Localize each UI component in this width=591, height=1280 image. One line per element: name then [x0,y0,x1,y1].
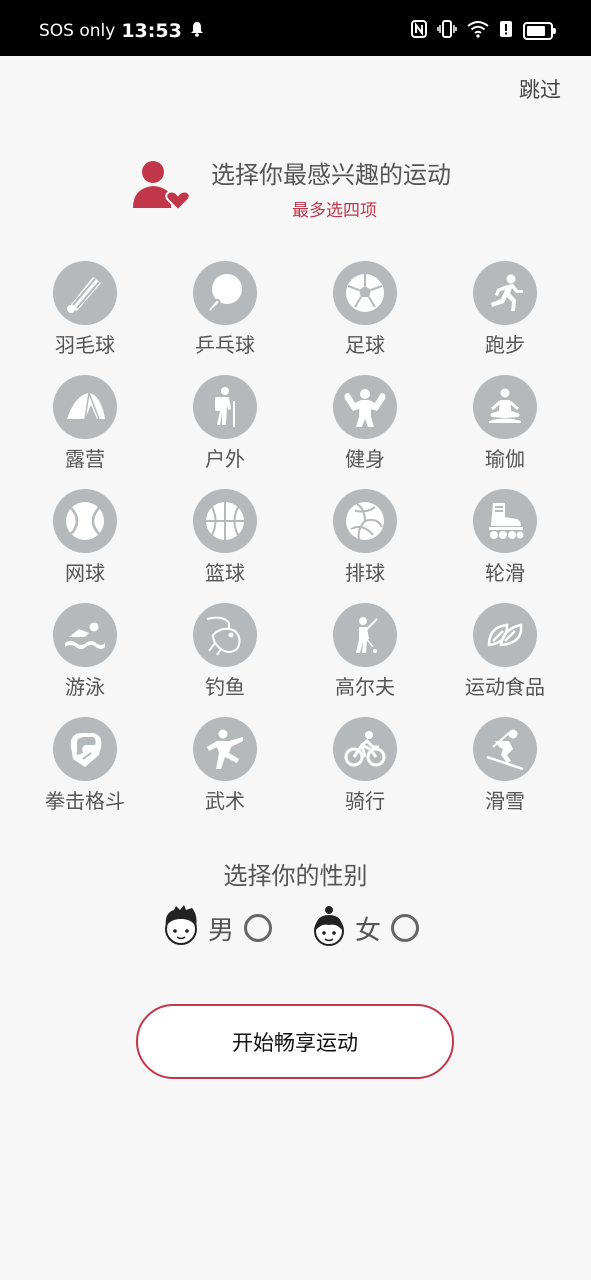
sport-label: 骑行 [345,789,385,813]
bell-icon [190,21,204,42]
wifi-icon [467,20,489,42]
roller-skate-icon [473,489,537,553]
carrier-text: SOS only [39,21,116,41]
sport-label: 运动食品 [465,675,545,699]
battery-icon [523,22,556,40]
female-radio[interactable] [391,914,420,942]
sport-label: 户外 [205,447,245,471]
sport-label: 足球 [345,333,385,357]
female-label: 女 [355,915,382,946]
sports-food-icon [473,603,537,667]
tennis-icon [53,489,117,553]
fitness-icon [333,375,397,439]
badminton-icon [53,261,117,325]
skip-button[interactable]: 跳过 [519,74,561,104]
sport-label: 游泳 [65,675,105,699]
clock: 13:53 [121,20,182,42]
sport-camping[interactable]: 露营 [15,372,155,482]
sport-label: 钓鱼 [205,675,245,699]
gender-male-option[interactable]: 男 [162,905,273,951]
alert-icon [499,20,513,42]
skiing-icon [473,717,537,781]
sport-fishing[interactable]: 钓鱼 [155,600,295,710]
sport-label: 健身 [345,447,385,471]
sport-label: 跑步 [485,333,525,357]
sport-tennis[interactable]: 网球 [15,486,155,596]
football-icon [333,261,397,325]
sport-label: 露营 [65,447,105,471]
table-tennis-icon [193,261,257,325]
sport-swimming[interactable]: 游泳 [15,600,155,710]
sport-martial-arts[interactable]: 武术 [155,714,295,824]
golf-icon [333,603,397,667]
sport-badminton[interactable]: 羽毛球 [15,258,155,368]
volleyball-icon [333,489,397,553]
male-label: 男 [208,915,235,946]
nfc-icon [411,20,427,42]
sport-running[interactable]: 跑步 [435,258,575,368]
sport-label: 拳击格斗 [45,789,125,813]
sport-football[interactable]: 足球 [295,258,435,368]
sport-label: 排球 [345,561,385,585]
vibrate-icon [437,20,457,42]
boxing-icon [53,717,117,781]
sport-boxing[interactable]: 拳击格斗 [15,714,155,824]
sport-yoga[interactable]: 瑜伽 [435,372,575,482]
status-right [411,20,556,42]
sport-fitness[interactable]: 健身 [295,372,435,482]
boy-face-icon [162,905,200,951]
selection-limit-hint: 最多选四项 [292,201,377,221]
martial-arts-icon [193,717,257,781]
male-radio[interactable] [244,914,273,942]
interest-header: 选择你最感兴趣的运动 最多选四项 [0,150,591,230]
user-heart-icon [131,158,191,216]
hiking-icon [193,375,257,439]
yoga-icon [473,375,537,439]
basketball-icon [193,489,257,553]
status-left: SOS only 13:53 [39,20,204,42]
swimming-icon [53,603,117,667]
cycling-icon [333,717,397,781]
sport-table-tennis[interactable]: 乒乓球 [155,258,295,368]
camping-icon [53,375,117,439]
sport-hiking[interactable]: 户外 [155,372,295,482]
girl-face-icon [311,905,347,951]
status-bar: SOS only 13:53 [0,0,591,56]
sport-food[interactable]: 运动食品 [435,600,575,710]
sport-label: 瑜伽 [485,447,525,471]
sport-label: 高尔夫 [335,675,395,699]
sport-skiing[interactable]: 滑雪 [435,714,575,824]
fishing-icon [193,603,257,667]
page-title: 选择你最感兴趣的运动 [211,161,451,189]
sport-golf[interactable]: 高尔夫 [295,600,435,710]
running-icon [473,261,537,325]
start-button[interactable]: 开始畅享运动 [136,1004,454,1079]
sport-roller-skating[interactable]: 轮滑 [435,486,575,596]
sport-volleyball[interactable]: 排球 [295,486,435,596]
sport-basketball[interactable]: 篮球 [155,486,295,596]
sport-label: 武术 [205,789,245,813]
sport-label: 羽毛球 [55,333,115,357]
sport-label: 篮球 [205,561,245,585]
sport-label: 滑雪 [485,789,525,813]
gender-female-option[interactable]: 女 [311,905,420,951]
sport-cycling[interactable]: 骑行 [295,714,435,824]
gender-title: 选择你的性别 [223,862,368,890]
sport-label: 网球 [65,561,105,585]
sport-label: 乒乓球 [195,333,255,357]
sport-label: 轮滑 [485,561,525,585]
